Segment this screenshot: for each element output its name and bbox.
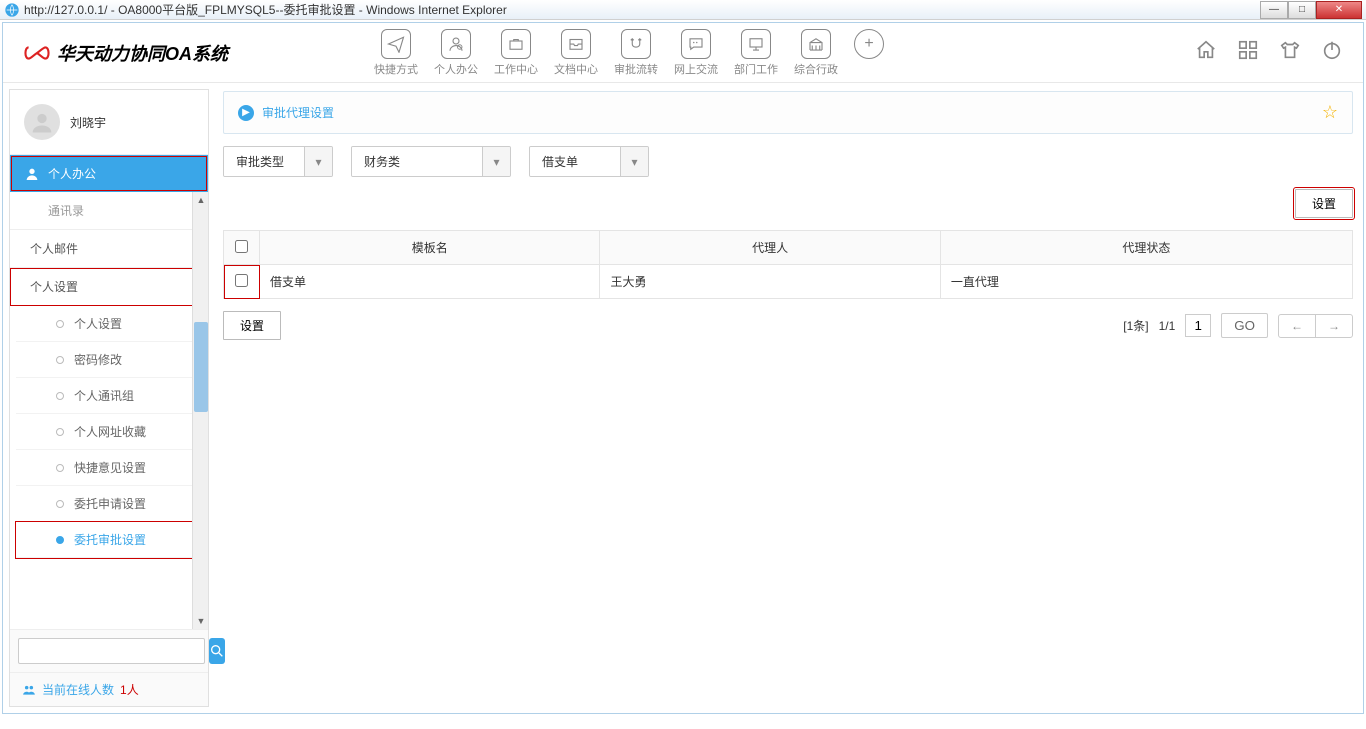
sidebar-item-password[interactable]: 密码修改 <box>16 342 202 378</box>
cell-agent: 王大勇 <box>600 265 940 299</box>
nav-chat[interactable]: 网上交流 <box>668 25 724 81</box>
briefcase-icon <box>501 29 531 59</box>
sidebar-item-bookmarks[interactable]: 个人网址收藏 <box>16 414 202 450</box>
sidebar-list: 通讯录 个人邮件 个人设置 个人设置 密码修改 个人通讯组 个人网址收藏 快捷意… <box>10 192 208 629</box>
sidebar-scrollbar[interactable]: ▲ ▼ <box>192 192 208 629</box>
chevron-down-icon: ▾ <box>620 147 648 176</box>
chevron-down-icon: ▾ <box>482 147 510 176</box>
sidebar-item-delegate-apply[interactable]: 委托申请设置 <box>16 486 202 522</box>
sidebar-item-delegate-approve[interactable]: 委托审批设置 <box>16 522 202 558</box>
sidebar-item-personal-settings[interactable]: 个人设置 <box>16 306 202 342</box>
nav-shortcut[interactable]: 快捷方式 <box>368 25 424 81</box>
chat-icon <box>681 29 711 59</box>
column-checkbox <box>224 231 260 265</box>
sidebar-search <box>10 629 208 672</box>
users-icon <box>22 683 36 697</box>
user-name: 刘晓宇 <box>70 114 106 131</box>
column-agent: 代理人 <box>600 231 940 265</box>
delegate-table: 模板名 代理人 代理状态 借支单 王大勇 一直代理 <box>223 230 1353 299</box>
nav-dept[interactable]: 部门工作 <box>728 25 784 81</box>
panel-title: 审批代理设置 <box>262 104 334 121</box>
go-button[interactable]: GO <box>1221 313 1268 338</box>
sidebar-group-contacts[interactable]: 通讯录 <box>10 192 208 230</box>
search-input[interactable] <box>18 638 205 664</box>
apps-icon[interactable] <box>1237 39 1259 67</box>
filter-approval-type[interactable]: 审批类型▾ <box>223 146 333 177</box>
window-title: http://127.0.0.1/ - OA8000平台版_FPLMYSQL5-… <box>24 1 1260 18</box>
page-nav: ← → <box>1278 314 1353 338</box>
scroll-down-icon[interactable]: ▼ <box>194 614 208 628</box>
nav-add[interactable]: + <box>848 25 890 81</box>
sidebar-group-settings[interactable]: 个人设置 <box>10 268 208 306</box>
page-ratio: 1/1 <box>1159 319 1176 333</box>
plus-icon: + <box>854 29 884 59</box>
select-all-checkbox[interactable] <box>235 240 248 253</box>
table-row: 借支单 王大勇 一直代理 <box>224 265 1353 299</box>
panel-header: ▶ 审批代理设置 ☆ <box>223 91 1353 134</box>
nav-admin[interactable]: 综合行政 <box>788 25 844 81</box>
arrow-right-icon: ▶ <box>238 105 254 121</box>
user-panel: 刘晓宇 <box>10 90 208 155</box>
logo-icon <box>23 43 51 63</box>
cell-status: 一直代理 <box>940 265 1352 299</box>
sidebar-category-personal[interactable]: 个人办公 <box>10 155 208 192</box>
minimize-button[interactable]: — <box>1260 1 1288 19</box>
set-button-bottom[interactable]: 设置 <box>223 311 281 340</box>
page-input[interactable] <box>1185 314 1211 337</box>
building-icon <box>801 29 831 59</box>
column-template: 模板名 <box>260 231 600 265</box>
nav-personal[interactable]: 个人办公 <box>428 25 484 81</box>
window-titlebar: http://127.0.0.1/ - OA8000平台版_FPLMYSQL5-… <box>0 0 1366 20</box>
sidebar-item-quick-opinion[interactable]: 快捷意见设置 <box>16 450 202 486</box>
shirt-icon[interactable] <box>1279 39 1301 67</box>
sidebar: 刘晓宇 个人办公 通讯录 个人邮件 个人设置 个人设置 密码修改 个人通讯组 个… <box>9 89 209 707</box>
chevron-down-icon: ▾ <box>304 147 332 176</box>
scroll-thumb[interactable] <box>194 322 208 412</box>
filter-category[interactable]: 财务类▾ <box>351 146 511 177</box>
paper-plane-icon <box>381 29 411 59</box>
maximize-button[interactable]: □ <box>1288 1 1316 19</box>
nav-approval[interactable]: 审批流转 <box>608 25 664 81</box>
app-logo: 华天动力协同OA系统 <box>23 40 228 66</box>
set-button-top[interactable]: 设置 <box>1295 189 1353 218</box>
column-status: 代理状态 <box>940 231 1352 265</box>
table-footer: 设置 [1条] 1/1 GO ← → <box>223 311 1353 340</box>
close-button[interactable]: ✕ <box>1316 1 1362 19</box>
sidebar-item-contact-group[interactable]: 个人通讯组 <box>16 378 202 414</box>
nav-work[interactable]: 工作中心 <box>488 25 544 81</box>
online-users: 当前在线人数 1人 <box>10 672 208 706</box>
power-icon[interactable] <box>1321 39 1343 67</box>
main-content: ▶ 审批代理设置 ☆ 审批类型▾ 财务类▾ 借支单▾ 设置 模板名 代理人 代理… <box>213 83 1363 713</box>
next-page-button[interactable]: → <box>1316 315 1352 337</box>
nav-docs[interactable]: 文档中心 <box>548 25 604 81</box>
person-icon <box>24 166 40 182</box>
filter-template[interactable]: 借支单▾ <box>529 146 649 177</box>
scroll-up-icon[interactable]: ▲ <box>194 193 208 207</box>
avatar <box>24 104 60 140</box>
filter-row: 审批类型▾ 财务类▾ 借支单▾ <box>223 146 1353 177</box>
star-icon[interactable]: ☆ <box>1322 102 1338 123</box>
person-icon <box>441 29 471 59</box>
flow-icon <box>621 29 651 59</box>
row-checkbox[interactable] <box>235 274 248 287</box>
prev-page-button[interactable]: ← <box>1279 315 1316 337</box>
sidebar-group-mail[interactable]: 个人邮件 <box>10 230 208 268</box>
computer-icon <box>741 29 771 59</box>
row-count: [1条] <box>1123 317 1148 334</box>
home-icon[interactable] <box>1195 39 1217 67</box>
top-navigation: 华天动力协同OA系统 快捷方式 个人办公 工作中心 文档中心 审批流转 网上交流… <box>3 23 1363 83</box>
logo-text: 华天动力协同OA系统 <box>57 40 228 66</box>
inbox-icon <box>561 29 591 59</box>
cell-template: 借支单 <box>260 265 600 299</box>
window-controls: — □ ✕ <box>1260 1 1362 19</box>
ie-icon <box>4 2 20 18</box>
